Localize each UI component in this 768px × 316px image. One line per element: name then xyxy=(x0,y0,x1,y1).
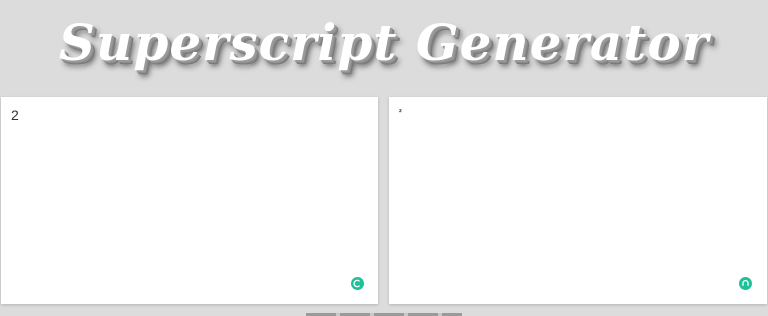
copy-icon xyxy=(741,279,750,288)
page: Superscript Generator 2 ² xyxy=(0,0,768,316)
input-panel[interactable]: 2 xyxy=(1,97,378,304)
output-text: ² xyxy=(399,108,402,117)
input-text[interactable]: 2 xyxy=(11,107,19,123)
clear-icon xyxy=(353,279,362,288)
clear-button[interactable] xyxy=(351,277,364,290)
output-panel[interactable]: ² xyxy=(389,97,767,304)
page-title: Superscript Generator xyxy=(58,13,710,72)
copy-button[interactable] xyxy=(739,277,752,290)
